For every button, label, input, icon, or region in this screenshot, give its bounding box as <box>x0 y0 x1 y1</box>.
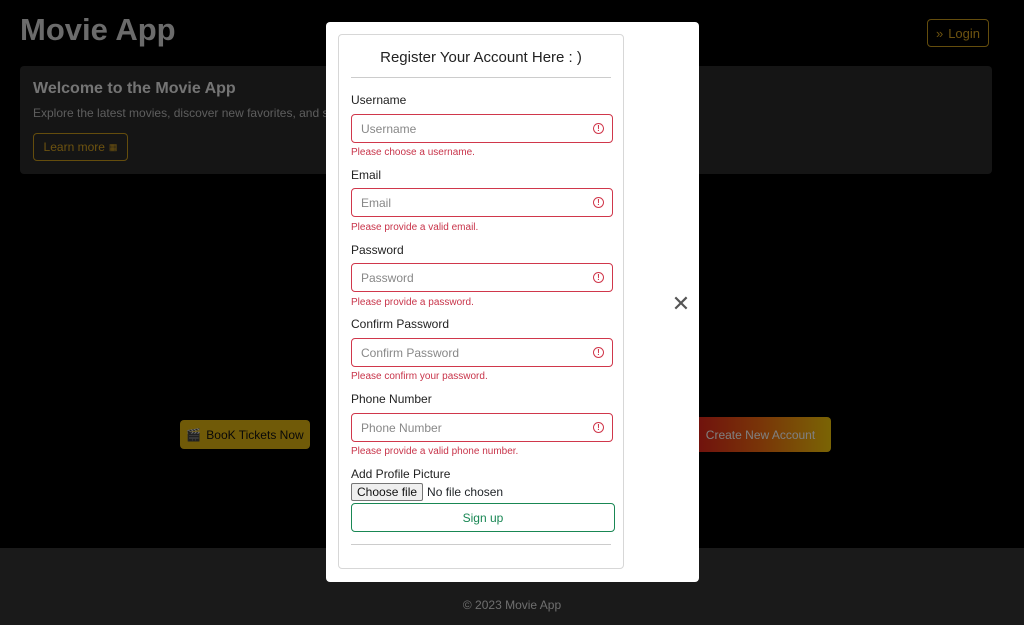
divider <box>351 544 611 545</box>
close-icon[interactable]: ✕ <box>669 291 693 316</box>
email-error: Please provide a valid email. <box>351 222 479 233</box>
form-title: Register Your Account Here : ) <box>380 49 582 66</box>
register-modal: ✕ Register Your Account Here : ) Usernam… <box>326 22 699 582</box>
phone-error: Please provide a valid phone number. <box>351 446 519 457</box>
username-field: ! <box>351 114 613 143</box>
error-icon: ! <box>593 197 604 208</box>
username-label: Username <box>351 93 407 107</box>
profile-picture-label: Add Profile Picture <box>351 467 451 481</box>
confirm-password-input[interactable] <box>352 339 581 366</box>
error-icon: ! <box>593 422 604 433</box>
confirm-password-field: ! <box>351 338 613 367</box>
phone-label: Phone Number <box>351 392 432 406</box>
phone-field: ! <box>351 413 613 442</box>
register-form: Register Your Account Here : ) Username … <box>338 34 624 569</box>
profile-picture-input: Choose file No file chosen <box>351 483 503 501</box>
divider <box>351 77 611 78</box>
error-icon: ! <box>593 272 604 283</box>
email-field: ! <box>351 188 613 217</box>
password-label: Password <box>351 243 404 257</box>
choose-file-button[interactable]: Choose file <box>351 483 424 501</box>
email-label: Email <box>351 168 382 182</box>
password-input[interactable] <box>352 264 581 291</box>
password-error: Please provide a password. <box>351 297 474 308</box>
file-status: No file chosen <box>427 485 504 499</box>
confirm-password-error: Please confirm your password. <box>351 371 488 382</box>
phone-input[interactable] <box>352 414 581 441</box>
username-input[interactable] <box>352 115 581 142</box>
signup-button[interactable]: Sign up <box>351 503 615 532</box>
email-input[interactable] <box>352 189 581 216</box>
username-error: Please choose a username. <box>351 147 475 158</box>
error-icon: ! <box>593 123 604 134</box>
error-icon: ! <box>593 347 604 358</box>
password-field: ! <box>351 263 613 292</box>
confirm-password-label: Confirm Password <box>351 317 450 331</box>
